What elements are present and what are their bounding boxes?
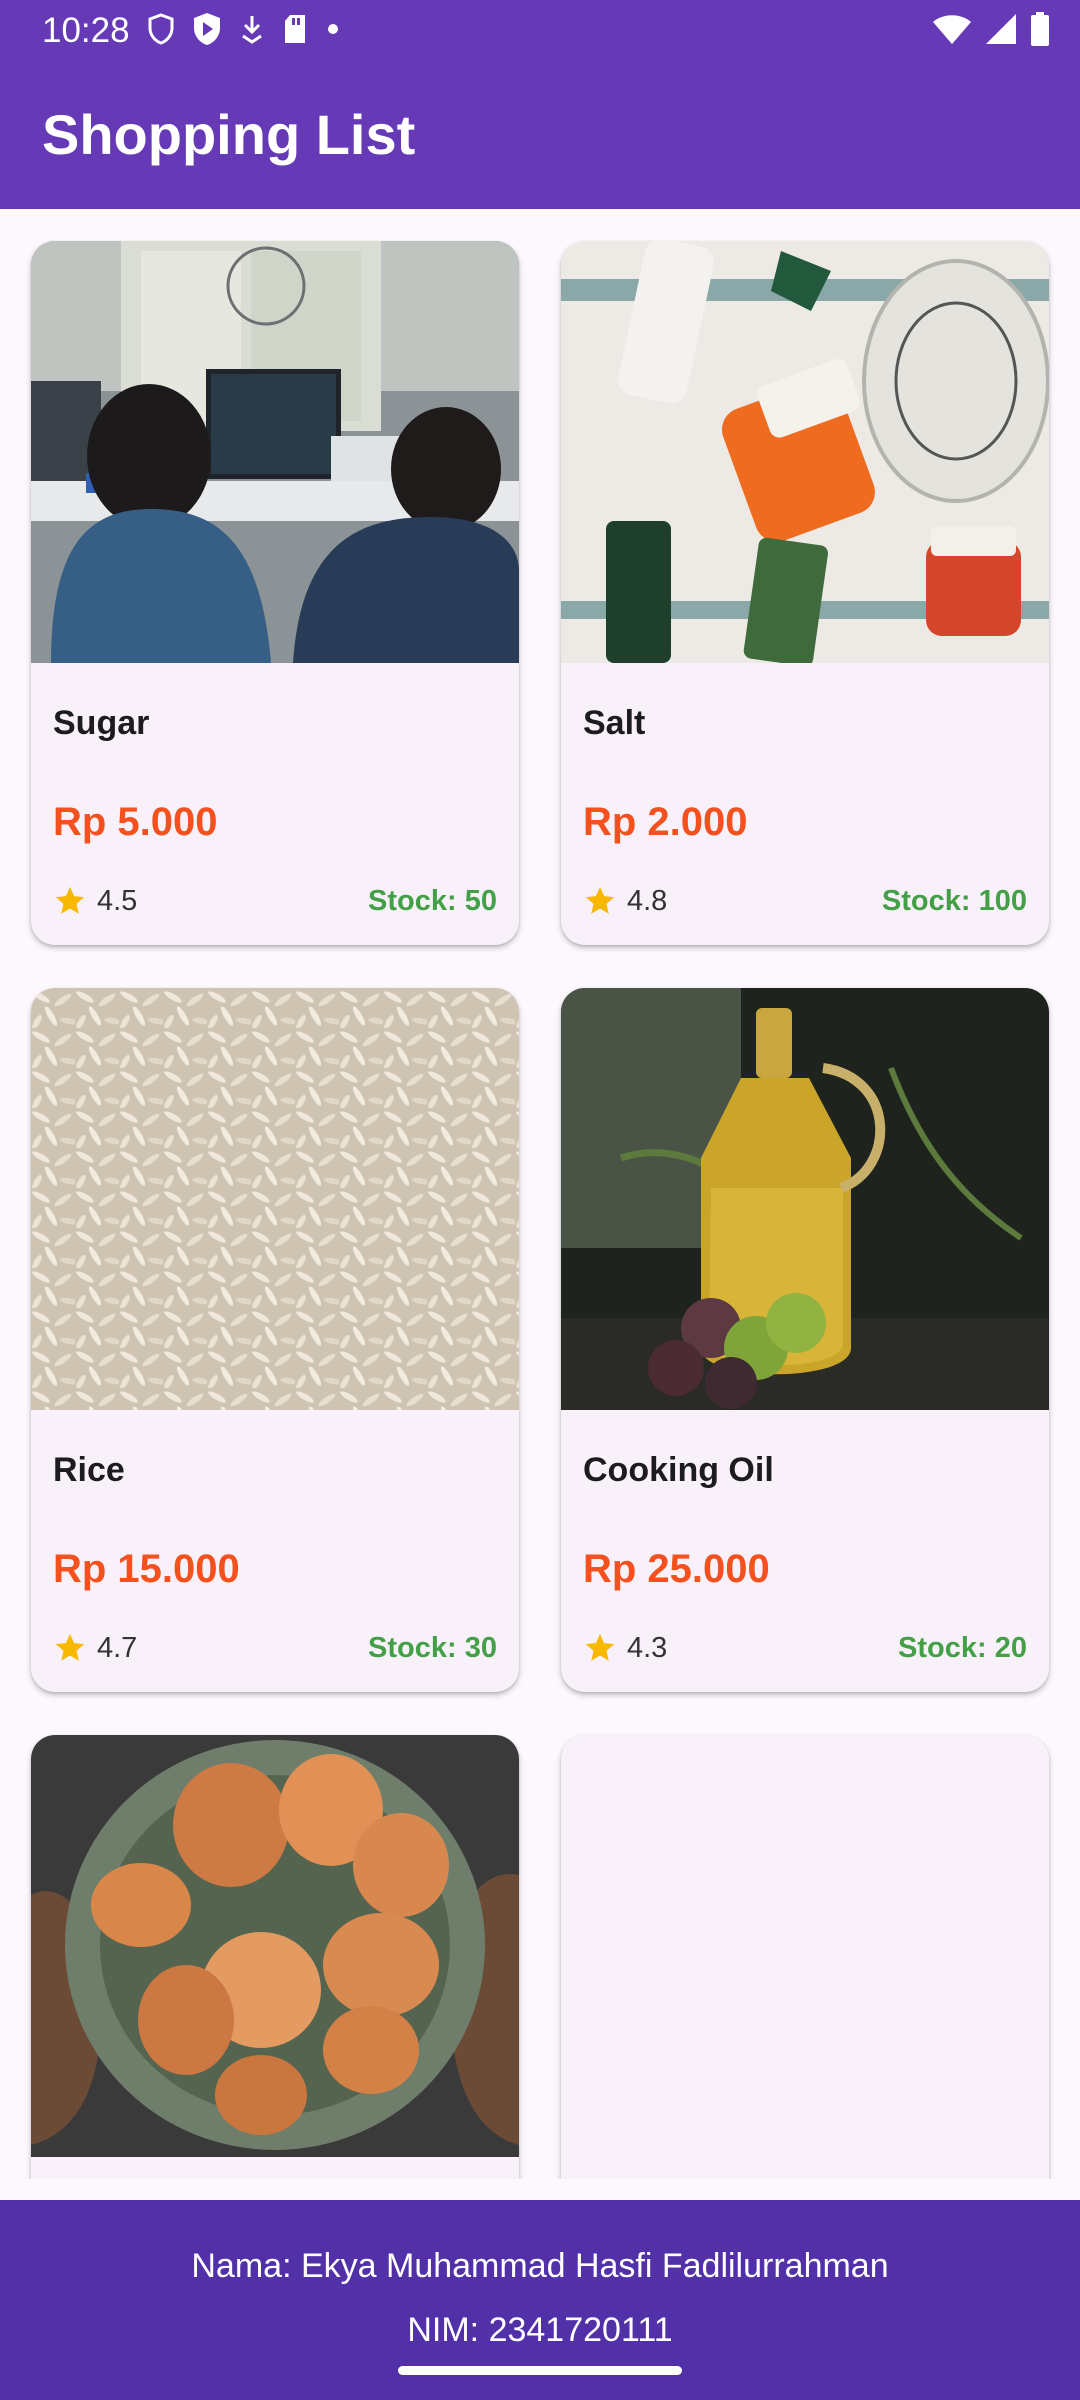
notification-icons xyxy=(148,12,340,51)
star-icon xyxy=(583,1631,617,1665)
wifi-icon xyxy=(932,13,972,50)
app-bar: Shopping List xyxy=(0,64,1080,209)
rating: 4.7 xyxy=(53,1631,137,1665)
product-image-sugar xyxy=(31,241,519,663)
product-price: Rp 15.000 xyxy=(53,1547,240,1591)
page-title: Shopping List xyxy=(42,103,416,166)
cell-signal-icon xyxy=(984,13,1018,50)
rating: 4.3 xyxy=(583,1631,667,1665)
system-icons xyxy=(932,11,1050,51)
product-name: Rice xyxy=(53,1451,125,1489)
product-card-cooking-oil[interactable]: Cooking Oil Rp 25.000 4.3 Stock: 20 xyxy=(561,988,1049,1692)
product-card-placeholder[interactable] xyxy=(561,1735,1049,2179)
stock-label: Stock: 30 xyxy=(368,1631,497,1664)
product-meta: 4.7 Stock: 30 xyxy=(53,1628,497,1668)
product-price: Rp 5.000 xyxy=(53,800,218,844)
star-icon xyxy=(53,884,87,918)
product-card-sugar[interactable]: Sugar Rp 5.000 4.5 Stock: 50 xyxy=(31,241,519,945)
product-name: Salt xyxy=(583,704,646,742)
rating: 4.8 xyxy=(583,884,667,918)
student-nim: NIM: 2341720111 xyxy=(407,2311,673,2349)
product-name: Cooking Oil xyxy=(583,1451,774,1489)
stock-label: Stock: 20 xyxy=(898,1631,1027,1664)
status-bar: 10:28 xyxy=(0,0,1080,64)
stock-label: Stock: 50 xyxy=(368,884,497,917)
rating-value: 4.3 xyxy=(627,1631,668,1664)
student-name: Nama: Ekya Muhammad Hasfi Fadlilurrahman xyxy=(191,2247,889,2285)
gesture-handle[interactable] xyxy=(398,2366,682,2375)
product-meta: 4.8 Stock: 100 xyxy=(583,881,1027,921)
product-image-placeholder xyxy=(561,1735,1049,2157)
product-image-rice xyxy=(31,988,519,1410)
stock-label: Stock: 100 xyxy=(881,884,1027,917)
product-grid[interactable]: Sugar Rp 5.000 4.5 Stock: 50 Salt Rp 2.0… xyxy=(0,209,1080,2179)
product-image-salt xyxy=(561,241,1049,663)
shield-outline-icon xyxy=(148,12,174,50)
product-meta: 4.5 Stock: 50 xyxy=(53,881,497,921)
product-card-rice[interactable]: Rice Rp 15.000 4.7 Stock: 30 xyxy=(31,988,519,1692)
product-card-salt[interactable]: Salt Rp 2.000 4.8 Stock: 100 xyxy=(561,241,1049,945)
product-meta: 4.3 Stock: 20 xyxy=(583,1628,1027,1668)
rating-value: 4.8 xyxy=(627,884,668,917)
footer: Nama: Ekya Muhammad Hasfi Fadlilurrahman… xyxy=(0,2200,1080,2400)
rating: 4.5 xyxy=(53,884,137,918)
star-icon xyxy=(53,1631,87,1665)
product-card-eggs[interactable] xyxy=(31,1735,519,2179)
battery-icon xyxy=(1030,11,1050,51)
status-time: 10:28 xyxy=(42,11,130,50)
product-price: Rp 2.000 xyxy=(583,800,748,844)
product-name: Sugar xyxy=(53,704,150,742)
download-icon xyxy=(240,14,264,49)
play-protect-icon xyxy=(192,12,222,51)
rating-value: 4.7 xyxy=(97,1631,138,1664)
sd-card-icon xyxy=(282,13,308,50)
product-price: Rp 25.000 xyxy=(583,1547,770,1591)
star-icon xyxy=(583,884,617,918)
dot-icon xyxy=(326,22,340,41)
product-image-cooking-oil xyxy=(561,988,1049,1410)
rating-value: 4.5 xyxy=(97,884,138,917)
product-image-eggs xyxy=(31,1735,519,2157)
